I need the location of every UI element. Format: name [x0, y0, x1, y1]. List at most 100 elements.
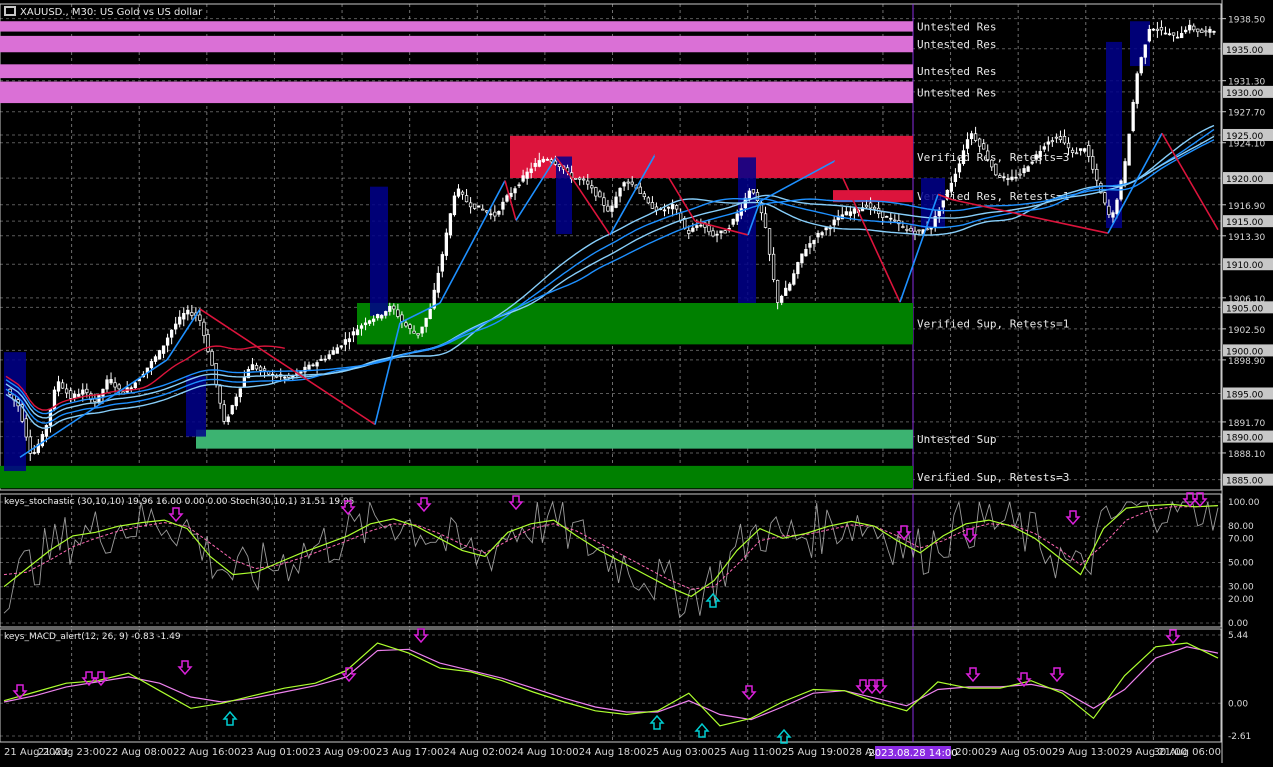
candle-body: [808, 243, 812, 248]
trading-chart-window[interactable]: 21 Aug 2023 21 Aug 23:00 22 Aug 08:00 22 Au…: [0, 0, 1273, 763]
zone-verified-sup[interactable]: [357, 303, 913, 345]
candle-body: [230, 405, 234, 415]
zone-label: Untested Res: [917, 86, 996, 99]
zone-untested-res[interactable]: [0, 81, 913, 104]
candle-body: [1062, 135, 1067, 144]
candle-body: [816, 232, 820, 238]
candle-body: [85, 388, 89, 393]
x-tick-label: 29 Aug 05:00: [984, 747, 1051, 758]
candle-body: [1042, 146, 1046, 150]
candle-body: [1014, 176, 1018, 179]
candle-body: [553, 160, 558, 165]
candle-body: [1095, 168, 1099, 181]
candle-body: [578, 177, 582, 180]
candle-body: [598, 191, 602, 198]
candle-body: [1030, 161, 1034, 164]
zone-untested-res[interactable]: [0, 21, 913, 32]
candle-body: [739, 208, 743, 216]
candle-body: [586, 180, 590, 185]
candle-body: [44, 425, 49, 437]
candle-body: [359, 325, 364, 329]
candle-body: [258, 366, 263, 371]
candle-body: [376, 314, 380, 319]
candle-body: [331, 350, 335, 355]
candle-body: [1175, 36, 1180, 39]
candle-body: [464, 195, 469, 203]
candle-body: [1159, 27, 1164, 31]
candle-body: [206, 334, 210, 352]
zone-untested-res[interactable]: [0, 64, 913, 79]
candle-body: [573, 177, 578, 180]
candle-body: [60, 382, 65, 389]
candle-body: [775, 280, 780, 303]
candle-body: [468, 202, 473, 208]
candle-body: [198, 314, 202, 321]
y-tick-label: 1938.50: [1228, 16, 1265, 26]
candle-body: [699, 224, 703, 227]
zone-label: Untested Res: [917, 65, 996, 78]
candle-body: [994, 163, 998, 176]
x-tick-label: 24 Aug 18:00: [579, 747, 646, 758]
y-tick-label: 1913.30: [1228, 233, 1265, 243]
stoch-y-tick-label: 20.00: [1228, 595, 1254, 605]
x-tick-label: 24 Aug 02:00: [444, 747, 511, 758]
candle-body: [363, 322, 368, 326]
candle-body: [1054, 136, 1059, 139]
candle-body: [371, 318, 376, 322]
candle-body: [949, 182, 954, 192]
chart-panes: 21 Aug 202321 Aug 23:00 22 Aug 08:00 22 Au…: [0, 0, 1273, 763]
candle-body: [472, 203, 477, 209]
candle-body: [650, 202, 655, 209]
stoch-y-tick-label: 30.00: [1228, 583, 1254, 593]
candle-body: [202, 321, 206, 337]
candle-body: [800, 253, 804, 264]
zone-label: Verified Sup, Retests=1: [917, 318, 1069, 331]
chart-canvas[interactable]: 21 Aug 202321 Aug 23:00 22 Aug 08:00 22 Au…: [0, 0, 1273, 763]
stochastic-pane[interactable]: [0, 493, 1222, 628]
candle-body: [1171, 32, 1176, 36]
candle-body: [998, 175, 1002, 178]
candle-body: [283, 376, 287, 379]
candle-body: [428, 308, 432, 320]
candle-body: [1074, 152, 1079, 155]
candle-body: [1179, 33, 1184, 39]
candle-body: [537, 160, 541, 167]
candle-body: [68, 390, 73, 399]
candle-body: [1204, 30, 1208, 33]
candle-body: [780, 295, 784, 303]
candle-body: [1091, 156, 1095, 170]
candle-body: [1123, 161, 1127, 185]
candle-body: [1208, 28, 1212, 33]
candle-body: [436, 272, 440, 293]
candle-body: [909, 228, 913, 232]
candle-body: [444, 232, 449, 256]
candle-body: [81, 389, 85, 395]
x-tick-label: 25 Aug 19:00: [782, 747, 849, 758]
candle-body: [481, 208, 485, 211]
candle-body: [222, 404, 226, 422]
candle-body: [1050, 140, 1055, 142]
candle-body: [594, 187, 598, 197]
candle-body: [1026, 166, 1030, 172]
candle-body: [335, 347, 339, 354]
x-tick-label: 22 Aug 16:00: [173, 747, 240, 758]
zone-label: Untested Res: [917, 38, 996, 51]
stoch-y-tick-label: 80.00: [1228, 522, 1254, 532]
candle-body: [420, 326, 424, 334]
candle-body: [157, 350, 162, 360]
candle-body: [1070, 149, 1075, 153]
candle-body: [1022, 168, 1026, 174]
candle-body: [234, 396, 238, 407]
zone-untested-sup[interactable]: [196, 429, 913, 449]
candle-body: [408, 324, 412, 329]
candle-body: [165, 337, 170, 346]
candle-body: [788, 283, 792, 291]
candle-body: [893, 219, 897, 222]
y-tick-label: 1902.50: [1228, 326, 1265, 336]
candle-body: [719, 230, 723, 234]
zone-untested-res[interactable]: [0, 35, 913, 53]
candle-body: [723, 230, 727, 234]
zone-verified-sup[interactable]: [0, 465, 913, 489]
candle-body: [505, 195, 509, 202]
candle-body: [848, 211, 853, 216]
